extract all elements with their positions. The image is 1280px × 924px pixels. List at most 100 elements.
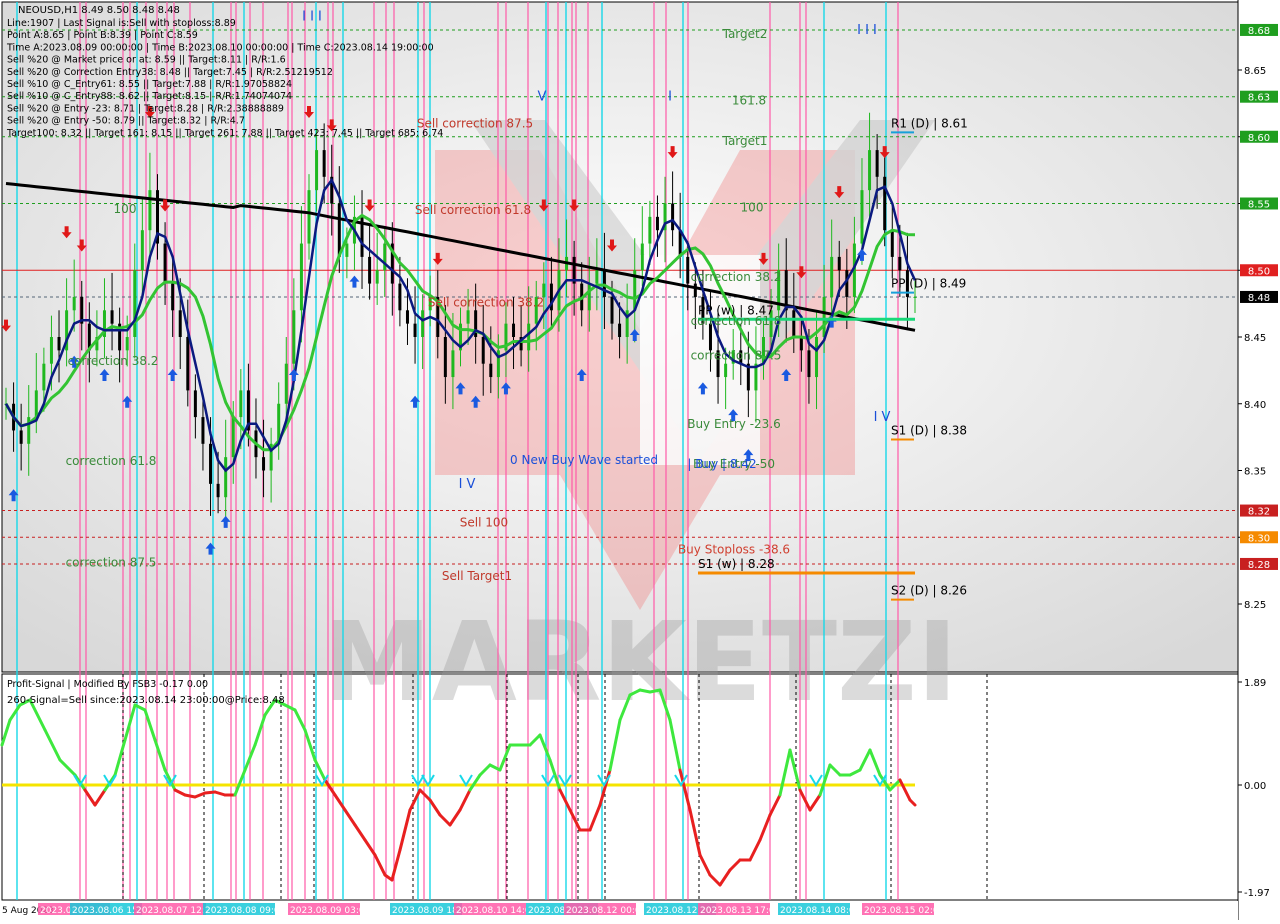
time-label: 2023.08.14 08:00	[780, 906, 861, 916]
candle-body	[724, 363, 728, 378]
candle-body	[383, 243, 387, 271]
annotation-label: Sell correction 61.8	[415, 203, 531, 217]
annotation-label: Buy Entry -23.6	[687, 417, 781, 431]
candle-body	[489, 363, 493, 378]
level-label: Target2	[722, 27, 768, 41]
candle-body	[148, 190, 152, 231]
candle-body	[822, 296, 826, 337]
level-label: 161.8	[732, 94, 766, 108]
price-badge-label: 8.30	[1248, 533, 1270, 544]
candle-body	[693, 283, 697, 297]
candle-body	[315, 150, 319, 191]
candle-body	[830, 256, 834, 297]
candle-body	[913, 296, 917, 298]
price-badge-label: 8.63	[1248, 93, 1270, 104]
annotation-label: Sell correction 38.2	[428, 295, 544, 309]
indicator-signal: 260-Signal=Sell since:2023.08.14 23:00:0…	[7, 695, 285, 706]
price-tick-label: 8.25	[1244, 600, 1266, 611]
pivot-label: R1 (D) | 8.61	[891, 116, 968, 130]
symbol-line: NEOUSD,H1 8.49 8.50 8.48 8.48	[18, 5, 180, 16]
candle-body	[163, 243, 167, 284]
candle-body	[807, 350, 811, 378]
candle-body	[49, 337, 53, 364]
candle-body	[375, 270, 379, 284]
candle-body	[481, 337, 485, 364]
candle-body	[443, 337, 447, 378]
annotation-label: | Buy | 8.42	[687, 457, 756, 471]
info-line: Point A:8.65 | Point B:8.39 | Point C:8.…	[7, 30, 198, 41]
candle-body	[405, 310, 409, 324]
candle-body	[398, 283, 402, 311]
wave-label: I V	[874, 410, 891, 425]
candle-body	[299, 243, 303, 311]
time-label: 2023.08.08 09:00	[205, 906, 286, 916]
price-badge-label: 8.50	[1248, 266, 1270, 277]
candle-body	[655, 216, 659, 231]
candle-body	[292, 310, 296, 364]
info-line: Sell %20 @ Correction Entry38: 8.48 || T…	[7, 67, 333, 78]
candle-body	[110, 310, 114, 324]
annotation-label: correction 61.8	[66, 454, 157, 468]
candle-body	[875, 150, 879, 177]
price-tick-label: 8.35	[1244, 467, 1266, 478]
candle-body	[466, 310, 470, 324]
pivot-label: S1 (w) | 8.28	[698, 557, 775, 571]
price-badge-label: 8.60	[1248, 133, 1270, 144]
annotation-label: correction 38.2	[691, 270, 782, 284]
candle-body	[42, 363, 46, 391]
candle-body	[19, 430, 23, 444]
price-tick-label: 8.65	[1244, 66, 1266, 77]
price-tick-label: 8.40	[1244, 400, 1266, 411]
candle-body	[860, 190, 864, 244]
price-tick-label: 8.45	[1244, 333, 1266, 344]
annotation-label: correction 87.5	[66, 556, 157, 570]
indicator-tick-label: 0.00	[1244, 781, 1266, 792]
wave-label: I V	[459, 477, 476, 492]
level-label: Sell 100	[460, 516, 508, 530]
candle-body	[799, 337, 803, 351]
candle-body	[262, 457, 266, 471]
candle-body	[815, 337, 819, 378]
candle-body	[792, 310, 796, 337]
annotation-label: correction 87.5	[691, 349, 782, 363]
info-line: Sell %20 @ Market price or at: 8.59 || T…	[7, 55, 286, 66]
info-line: Sell %10 @ C_Entry88: 8.62 || Target:8.1…	[7, 91, 292, 102]
candle-body	[216, 483, 220, 498]
time-label: 2023.08.10 14:00	[456, 906, 537, 916]
candle-body	[421, 310, 425, 337]
candle-body	[72, 296, 76, 311]
price-badge-label: 8.55	[1248, 200, 1270, 211]
candle-body	[140, 230, 144, 271]
candle-body	[640, 243, 644, 271]
oscillator-segment	[203, 790, 217, 795]
pivot-label: S1 (D) | 8.38	[891, 423, 967, 437]
candle-body	[610, 296, 614, 324]
info-line: Line:1907 | Last Signal is:Sell with sto…	[7, 18, 236, 29]
price-badge-label: 8.28	[1248, 560, 1270, 571]
candle-body	[337, 203, 341, 257]
annotation-label: correction 38.2	[68, 354, 159, 368]
annotation-label: 0 New Buy Wave started	[510, 453, 658, 467]
level-label: Buy Stoploss -38.6	[678, 542, 790, 556]
candle-body	[587, 283, 591, 311]
candle-body	[193, 390, 197, 418]
level-label: Target1	[722, 134, 768, 148]
candle-body	[201, 417, 205, 444]
candle-body	[345, 243, 349, 257]
candle-body	[837, 256, 841, 271]
candle-body	[898, 256, 902, 271]
candle-body	[34, 390, 38, 418]
wave-label: I	[668, 90, 672, 105]
level-label: Sell Target1	[442, 569, 512, 583]
candle-body	[322, 150, 326, 177]
wave-label: V	[538, 90, 547, 105]
info-line: Sell %20 @ Entry -50: 8.79 || Target:8.3…	[7, 116, 245, 127]
info-line: Time A:2023.08.09 00:00:00 | Time B:2023…	[6, 42, 434, 53]
info-line: Sell %10 @ C_Entry61: 8.55 || Target:7.8…	[7, 79, 292, 90]
candle-body	[686, 256, 690, 284]
candle-body	[186, 337, 190, 391]
oscillator-segment	[183, 793, 197, 799]
candle-body	[671, 203, 675, 231]
chart-svg: MARKETZITarget2161.8Target1100Sell 100Bu…	[0, 0, 1280, 920]
price-badge-label: 8.48	[1248, 293, 1270, 304]
